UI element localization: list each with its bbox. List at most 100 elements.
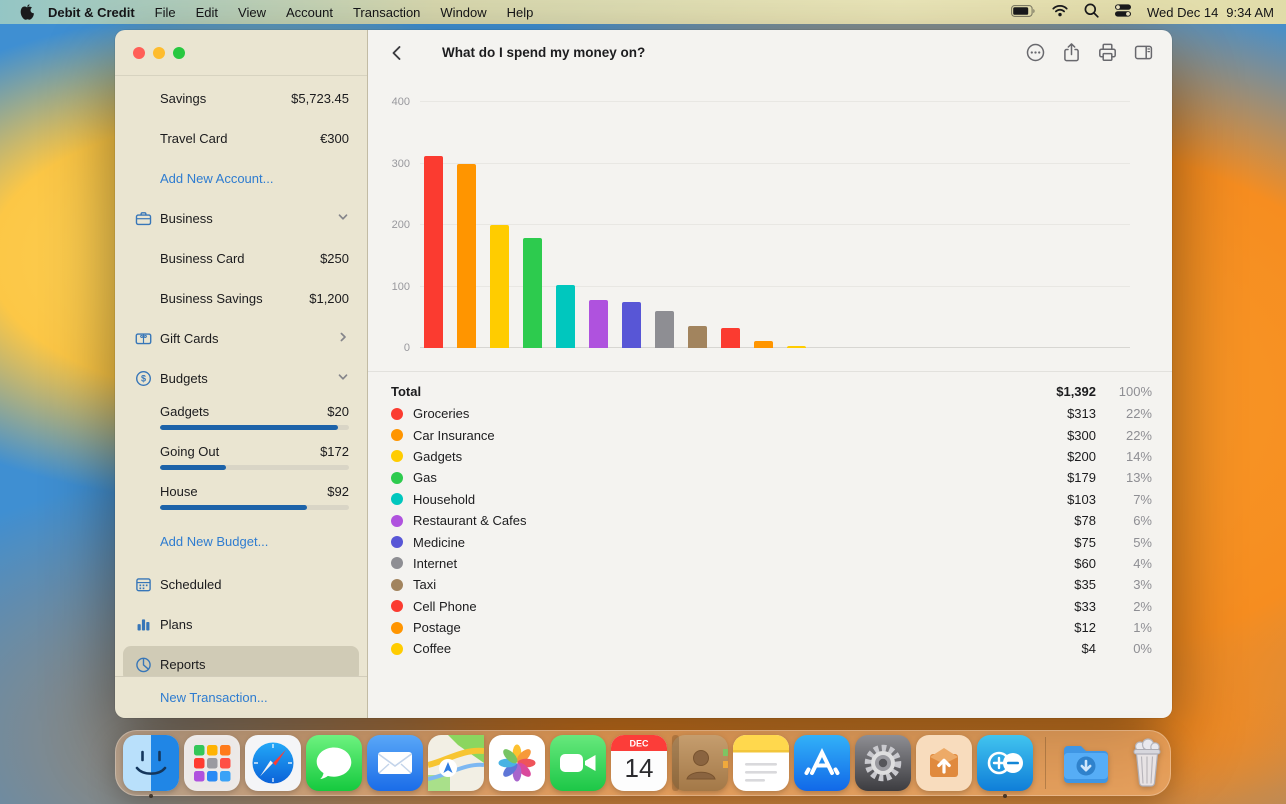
sidebar-group-business[interactable]: Business (115, 198, 367, 238)
dock-notes-icon[interactable] (733, 735, 789, 791)
zoom-window-button[interactable] (173, 47, 185, 59)
chevron-down-icon[interactable] (337, 371, 349, 386)
menu-clock[interactable]: Wed Dec 14 9:34 AM (1147, 5, 1274, 20)
category-color-dot (391, 622, 403, 634)
gift-card-icon (135, 330, 152, 347)
more-icon[interactable] (1025, 42, 1046, 63)
control-center-icon[interactable] (1115, 4, 1131, 20)
bar-car-insurance (457, 164, 476, 349)
chevron-right-icon[interactable] (337, 331, 349, 346)
bar-internet (655, 311, 674, 348)
dock-safari-icon[interactable] (245, 735, 301, 791)
category-label: Postage (413, 620, 1012, 635)
category-percent: 5% (1096, 535, 1152, 550)
bar-household (556, 285, 575, 348)
sidebar-budget-gadgets[interactable]: Gadgets $20 (115, 398, 367, 438)
bar-postage (754, 341, 773, 348)
menu-transaction[interactable]: Transaction (353, 5, 420, 20)
bar-groceries (424, 156, 443, 348)
svg-text:$: $ (141, 373, 146, 383)
chart-plot: 0100200300400 (420, 102, 1130, 348)
menu-app-name[interactable]: Debit & Credit (48, 5, 135, 20)
back-button[interactable] (386, 41, 408, 65)
gridline-300 (420, 163, 1130, 164)
briefcase-icon (135, 210, 152, 227)
search-icon[interactable] (1084, 3, 1099, 21)
close-window-button[interactable] (133, 47, 145, 59)
print-icon[interactable] (1097, 42, 1118, 63)
minimize-window-button[interactable] (153, 47, 165, 59)
category-row: Household $103 7% (391, 489, 1152, 510)
dock-system-settings-icon[interactable] (855, 735, 911, 791)
category-amount: $35 (1012, 577, 1096, 592)
calendar-icon (135, 576, 152, 593)
window-controls (115, 30, 367, 75)
sidebar-item-scheduled[interactable]: Scheduled (115, 564, 367, 604)
category-color-dot (391, 408, 403, 420)
add-new-budget-button[interactable]: Add New Budget... (115, 518, 367, 564)
category-percent: 3% (1096, 577, 1152, 592)
dock-app-store-icon[interactable] (794, 735, 850, 791)
sidebar-toggle-icon[interactable] (1133, 42, 1154, 63)
dock-maps-icon[interactable] (428, 735, 484, 791)
budget-progress-fill (160, 505, 307, 510)
dock-launchpad-icon[interactable] (184, 735, 240, 791)
dock-downloads-folder-icon[interactable] (1058, 735, 1114, 791)
dock-calendar-icon[interactable]: DEC14 (611, 735, 667, 791)
dock-contacts-icon[interactable] (672, 735, 728, 791)
category-color-dot (391, 643, 403, 655)
category-row: Postage $12 1% (391, 617, 1152, 638)
category-label: Gas (413, 470, 1012, 485)
category-color-dot (391, 450, 403, 462)
sidebar-account-business-savings[interactable]: Business Savings $1,200 (115, 278, 367, 318)
dock-mail-icon[interactable] (367, 735, 423, 791)
sidebar-group-budgets[interactable]: $ Budgets (115, 358, 367, 398)
dock-debit-and-credit-icon[interactable] (977, 735, 1033, 791)
category-percent: 7% (1096, 492, 1152, 507)
dock-messages-icon[interactable] (306, 735, 362, 791)
category-amount: $33 (1012, 599, 1096, 614)
dock-facetime-icon[interactable] (550, 735, 606, 791)
sidebar-item-plans[interactable]: Plans (115, 604, 367, 644)
y-axis-tick: 0 (374, 342, 410, 354)
dock-photos-icon[interactable] (489, 735, 545, 791)
sidebar-account-travel-card[interactable]: Travel Card €300 (115, 118, 367, 158)
category-percent: 22% (1096, 406, 1152, 421)
category-amount: $75 (1012, 535, 1096, 550)
sidebar-budget-house[interactable]: House $92 (115, 478, 367, 518)
menu-view[interactable]: View (238, 5, 266, 20)
wifi-icon[interactable] (1052, 4, 1068, 20)
new-transaction-button[interactable]: New Transaction... (115, 676, 367, 718)
menu-edit[interactable]: Edit (196, 5, 218, 20)
category-percent: 2% (1096, 599, 1152, 614)
bar-gas (523, 238, 542, 348)
dock-package-tracker-icon[interactable] (916, 735, 972, 791)
menu-help[interactable]: Help (507, 5, 534, 20)
add-new-account-button[interactable]: Add New Account... (115, 158, 367, 198)
sidebar-budget-going-out[interactable]: Going Out $172 (115, 438, 367, 478)
category-label: Medicine (413, 535, 1012, 550)
dock-finder-icon[interactable] (123, 735, 179, 791)
category-label: Car Insurance (413, 428, 1012, 443)
sidebar-account-savings[interactable]: Savings $5,723.45 (115, 78, 367, 118)
category-color-dot (391, 579, 403, 591)
sidebar: Savings $5,723.45 Travel Card €300 Add N… (115, 30, 368, 718)
page-title: What do I spend my money on? (442, 45, 645, 60)
gridline-400 (420, 101, 1130, 102)
apple-menu[interactable] (20, 4, 34, 20)
menu-account[interactable]: Account (286, 5, 333, 20)
sidebar-list: Savings $5,723.45 Travel Card €300 Add N… (115, 75, 367, 676)
menu-file[interactable]: File (155, 5, 176, 20)
sidebar-item-reports[interactable]: Reports (123, 646, 359, 676)
share-icon[interactable] (1061, 42, 1082, 63)
category-row: Medicine $75 5% (391, 531, 1152, 552)
dock-trash-icon[interactable] (1119, 735, 1175, 791)
category-color-dot (391, 429, 403, 441)
chevron-down-icon[interactable] (337, 211, 349, 226)
sidebar-group-gift-cards[interactable]: Gift Cards (115, 318, 367, 358)
menu-window[interactable]: Window (440, 5, 486, 20)
sidebar-account-business-card[interactable]: Business Card $250 (115, 238, 367, 278)
y-axis-tick: 300 (374, 158, 410, 170)
category-color-dot (391, 515, 403, 527)
battery-icon[interactable] (1011, 5, 1036, 20)
